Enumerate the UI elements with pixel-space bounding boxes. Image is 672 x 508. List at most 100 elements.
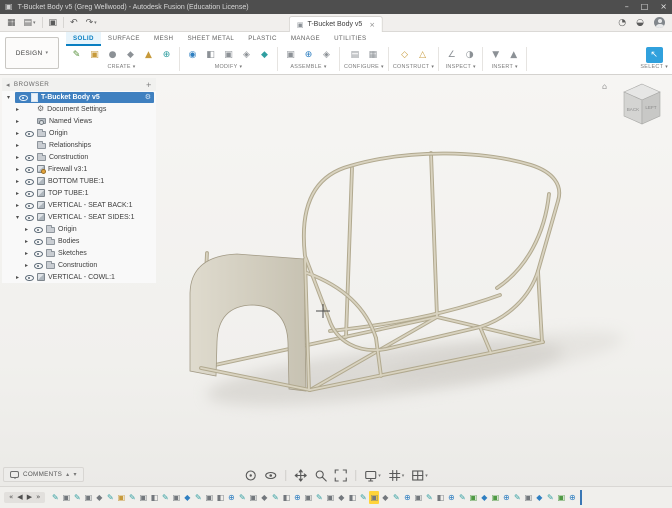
minimize-button[interactable]: – <box>625 0 629 14</box>
timeline-feature-icon[interactable]: ▣ <box>248 491 258 504</box>
construction-plane-icon[interactable]: ◇ <box>396 47 413 63</box>
browser-row-construction[interactable]: ▸Construction <box>2 259 156 271</box>
visibility-eye-icon[interactable] <box>24 201 34 210</box>
create-sphere-icon[interactable]: ◆ <box>122 47 139 63</box>
visibility-eye-icon[interactable] <box>24 273 34 282</box>
group-label[interactable]: MODIFY▾ <box>215 64 243 70</box>
tab-sheet-metal[interactable]: SHEET METAL <box>180 32 241 46</box>
visibility-eye-icon[interactable] <box>24 177 34 186</box>
group-label[interactable]: CONFIGURE▾ <box>344 64 384 70</box>
browser-row-vertical-seat-sides-1[interactable]: ▾VERTICAL - SEAT SIDES:1 <box>2 211 156 223</box>
browser-row-relationships[interactable]: ▸Relationships <box>2 139 156 151</box>
timeline-feature-icon[interactable]: ✎ <box>545 491 555 504</box>
expand-open-icon[interactable]: ▾ <box>14 214 21 221</box>
group-label[interactable]: CREATE▾ <box>107 64 135 70</box>
browser-row-construction[interactable]: ▸Construction <box>2 151 156 163</box>
tab-manage[interactable]: MANAGE <box>284 32 327 46</box>
tab-plastic[interactable]: PLASTIC <box>241 32 284 46</box>
redo-icon[interactable]: ↷▾ <box>82 18 101 28</box>
tab-utilities[interactable]: UTILITIES <box>327 32 373 46</box>
user-avatar[interactable] <box>654 17 665 28</box>
group-label[interactable]: INSERT▾ <box>492 64 518 70</box>
timeline-feature-icon[interactable]: ✎ <box>358 491 368 504</box>
visibility-eye-icon[interactable] <box>33 261 43 270</box>
tab-solid[interactable]: SOLID <box>66 32 101 46</box>
expand-closed-icon[interactable]: ▸ <box>14 130 21 137</box>
visibility-eye-icon[interactable] <box>24 165 34 174</box>
create-sketch-icon[interactable]: ✎ <box>68 47 85 63</box>
chevron-down-icon[interactable]: ▾ <box>73 471 76 478</box>
browser-row-bodies[interactable]: ▸Bodies <box>2 235 156 247</box>
expand-closed-icon[interactable]: ▸ <box>14 190 21 197</box>
timeline-feature-icon[interactable]: ▣ <box>204 491 214 504</box>
expand-closed-icon[interactable]: ▸ <box>14 142 21 149</box>
fillet-icon[interactable]: ◧ <box>202 47 219 63</box>
job-status-icon[interactable]: ◔ <box>614 18 630 28</box>
timeline-feature-icon[interactable]: ◆ <box>182 491 192 504</box>
save-icon[interactable]: ▣ <box>45 18 62 28</box>
timeline-feature-icon[interactable]: ◆ <box>259 491 269 504</box>
expand-closed-icon[interactable]: ▸ <box>23 226 30 233</box>
grid-and-snaps-button[interactable]: ▾ <box>386 468 407 483</box>
zoom-button[interactable] <box>312 468 329 483</box>
browser-row-vertical-cowl-1[interactable]: ▸VERTICAL - COWL:1 <box>2 271 156 283</box>
browser-options-icon[interactable]: + <box>146 81 152 89</box>
go-to-beginning-button[interactable]: « <box>9 494 13 501</box>
collapse-panel-icon[interactable]: ◂ <box>6 81 10 89</box>
browser-row-sketches[interactable]: ▸Sketches <box>2 247 156 259</box>
play-button[interactable]: ▶ <box>27 494 32 501</box>
timeline-feature-icon[interactable]: ⊕ <box>292 491 302 504</box>
timeline-feature-icon[interactable]: ◆ <box>94 491 104 504</box>
timeline-feature-icon[interactable]: ✎ <box>105 491 115 504</box>
select-tool-icon[interactable]: ↖ <box>646 47 663 63</box>
expand-closed-icon[interactable]: ▸ <box>23 250 30 257</box>
timeline-feature-icon[interactable]: ✎ <box>193 491 203 504</box>
workspace-selector[interactable]: DESIGN ▾ <box>5 37 59 69</box>
press-pull-icon[interactable]: ◉ <box>184 47 201 63</box>
group-label[interactable]: SELECT▾ <box>640 64 668 70</box>
orbit-button[interactable] <box>242 468 259 483</box>
timeline-feature-icon[interactable]: ◧ <box>347 491 357 504</box>
browser-row-vertical-seat-back-1[interactable]: ▸VERTICAL - SEAT BACK:1 <box>2 199 156 211</box>
view-cube-icon[interactable]: BACK LEFT <box>618 80 666 130</box>
timeline-feature-icon[interactable]: ✎ <box>72 491 82 504</box>
timeline-feature-icon[interactable]: ✎ <box>391 491 401 504</box>
data-panel-icon[interactable]: ▦ <box>3 18 20 28</box>
timeline-feature-icon[interactable]: ✎ <box>270 491 280 504</box>
timeline-feature-icon[interactable]: ▣ <box>468 491 478 504</box>
browser-row-bottom-tube-1[interactable]: ▸BOTTOM TUBE:1 <box>2 175 156 187</box>
rigid-group-icon[interactable]: ◈ <box>318 47 335 63</box>
expand-closed-icon[interactable]: ▸ <box>14 274 21 281</box>
visibility-eye-icon[interactable] <box>24 153 34 162</box>
tab-mesh[interactable]: MESH <box>147 32 180 46</box>
timeline-feature-icon[interactable]: ▣ <box>325 491 335 504</box>
cube-face-back[interactable]: BACK <box>627 107 640 112</box>
new-component-icon[interactable]: ▣ <box>282 47 299 63</box>
combine-icon[interactable]: ◈ <box>238 47 255 63</box>
undo-icon[interactable]: ↶ <box>66 18 82 28</box>
visibility-eye-icon[interactable] <box>18 93 28 102</box>
pan-button[interactable] <box>292 468 309 483</box>
timeline-feature-icon[interactable]: ◆ <box>534 491 544 504</box>
browser-row-document-settings[interactable]: ▸⚙Document Settings <box>2 103 156 115</box>
configure-table-icon[interactable]: ▤ <box>346 47 363 63</box>
visibility-eye-icon[interactable] <box>24 213 34 222</box>
timeline-feature-icon[interactable]: ▣ <box>369 491 379 504</box>
timeline-feature-icon[interactable]: ✎ <box>50 491 60 504</box>
step-back-button[interactable]: ◀ <box>17 494 22 501</box>
configuration-icon[interactable]: ▦ <box>364 47 381 63</box>
tab-surface[interactable]: SURFACE <box>101 32 147 46</box>
insert-derive-icon[interactable]: ▼ <box>487 47 504 63</box>
visibility-eye-icon[interactable] <box>24 189 34 198</box>
expand-closed-icon[interactable]: ▸ <box>23 238 30 245</box>
timeline-feature-icon[interactable]: ▣ <box>116 491 126 504</box>
visibility-eye-icon[interactable] <box>24 129 34 138</box>
timeline-feature-icon[interactable]: ▣ <box>61 491 71 504</box>
timeline-feature-icon[interactable]: ▣ <box>138 491 148 504</box>
create-box-icon[interactable]: ▣ <box>86 47 103 63</box>
fit-button[interactable] <box>332 468 349 483</box>
timeline-feature-icon[interactable]: ◧ <box>281 491 291 504</box>
timeline-feature-icon[interactable]: ✎ <box>457 491 467 504</box>
timeline-feature-icon[interactable]: ▣ <box>413 491 423 504</box>
browser-row-named-views[interactable]: ▸Named Views <box>2 115 156 127</box>
